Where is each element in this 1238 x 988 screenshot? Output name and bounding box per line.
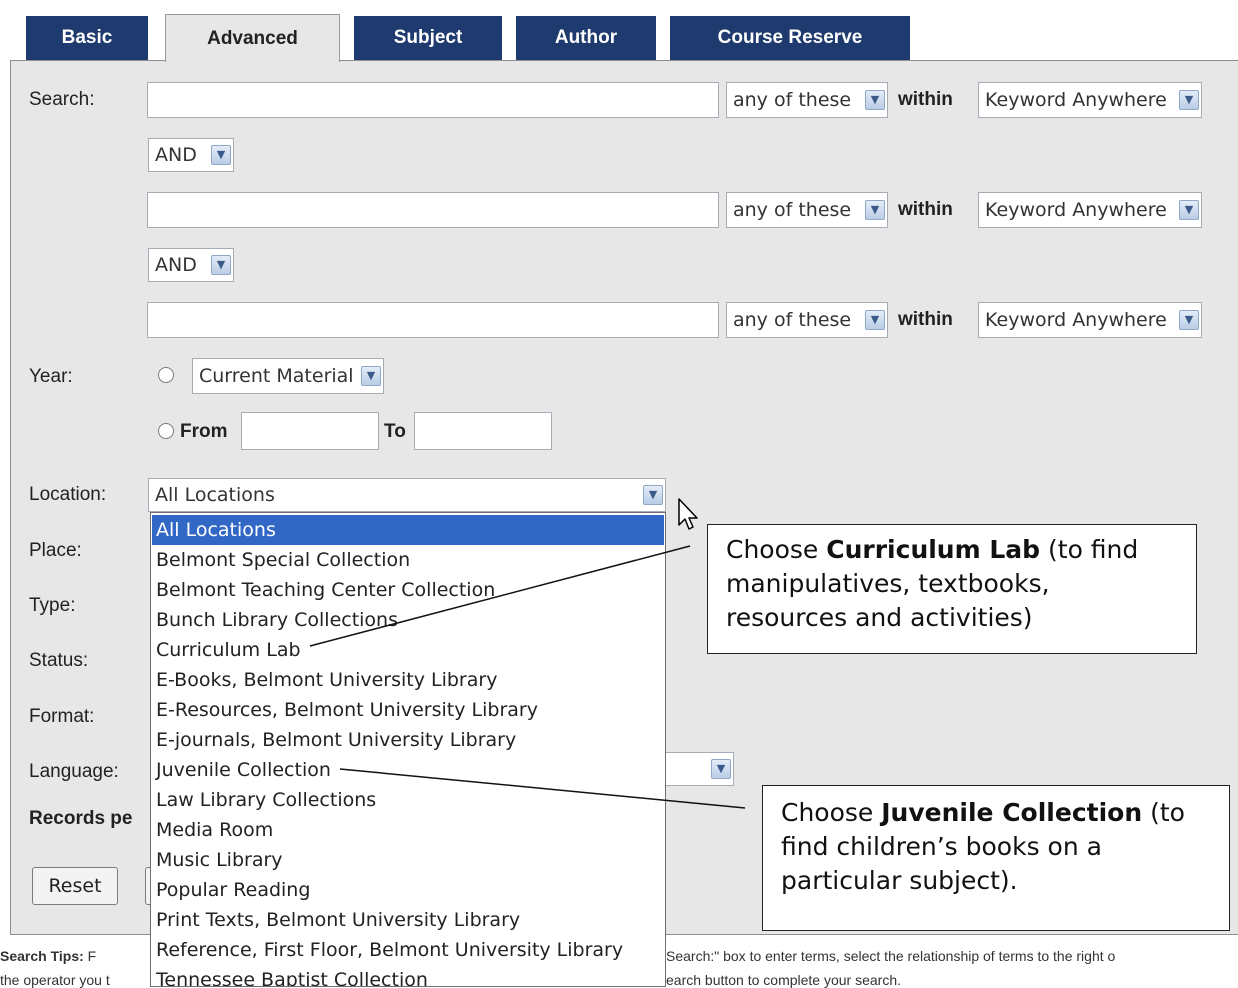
- tab-advanced[interactable]: Advanced: [165, 14, 340, 62]
- tab-course-reserve[interactable]: Course Reserve: [670, 16, 910, 60]
- field-select-1-value: Keyword Anywhere: [985, 89, 1167, 111]
- search-tips-line-1: Search Tips: F: [0, 948, 96, 964]
- location-option[interactable]: Media Room: [152, 815, 664, 845]
- location-option[interactable]: Music Library: [152, 845, 664, 875]
- within-label-1: within: [898, 89, 953, 110]
- match-select-2[interactable]: any of these ▼: [726, 192, 888, 228]
- search-tips-fragment-1: F: [87, 948, 97, 964]
- operator-select-1[interactable]: AND ▼: [148, 138, 234, 172]
- location-option[interactable]: All Locations: [152, 515, 664, 545]
- match-select-3-value: any of these: [733, 309, 852, 331]
- chevron-down-icon: ▼: [1179, 200, 1199, 220]
- location-select[interactable]: All Locations ▼: [148, 478, 666, 512]
- location-option-juvenile-collection[interactable]: Juvenile Collection: [152, 755, 664, 785]
- tab-subject[interactable]: Subject: [354, 16, 502, 60]
- tab-basic[interactable]: Basic: [26, 16, 148, 60]
- location-option[interactable]: Bunch Library Collections: [152, 605, 664, 635]
- match-select-2-value: any of these: [733, 199, 852, 221]
- field-select-2-value: Keyword Anywhere: [985, 199, 1167, 221]
- chevron-down-icon: ▼: [711, 759, 731, 779]
- callout-juvenile-collection: Choose Juvenile Collection (to find chil…: [762, 785, 1230, 931]
- location-option[interactable]: Belmont Special Collection: [152, 545, 664, 575]
- callout-juvenile-pre: Choose: [781, 798, 882, 827]
- search-term-input-2[interactable]: [147, 192, 719, 228]
- year-to-label: To: [384, 421, 406, 442]
- search-tips-line-1-right: Search:" box to enter terms, select the …: [666, 948, 1116, 964]
- search-term-input-3[interactable]: [147, 302, 719, 338]
- chevron-down-icon: ▼: [211, 145, 231, 165]
- callout-curriculum-lab: Choose Curriculum Lab (to find manipulat…: [707, 524, 1197, 654]
- year-to-input[interactable]: [414, 412, 552, 450]
- search-tips-line-2: the operator you t: [0, 972, 110, 988]
- within-label-2: within: [898, 199, 953, 220]
- format-label: Format:: [29, 706, 95, 727]
- year-label: Year:: [29, 366, 73, 387]
- field-select-1[interactable]: Keyword Anywhere ▼: [978, 82, 1202, 118]
- operator-select-2-value: AND: [155, 254, 197, 276]
- chevron-down-icon: ▼: [361, 366, 381, 386]
- location-option[interactable]: Tennessee Baptist Collection: [152, 965, 664, 986]
- location-option-curriculum-lab[interactable]: Curriculum Lab: [152, 635, 664, 665]
- chevron-down-icon: ▼: [865, 200, 885, 220]
- language-label: Language:: [29, 761, 119, 782]
- year-current-radio[interactable]: [158, 367, 174, 383]
- search-tips-line-2-right: earch button to complete your search.: [666, 972, 902, 988]
- chevron-down-icon: ▼: [865, 90, 885, 110]
- location-option[interactable]: Popular Reading: [152, 875, 664, 905]
- chevron-down-icon: ▼: [865, 310, 885, 330]
- year-preset-value: Current Material: [199, 365, 354, 387]
- location-option[interactable]: E-Books, Belmont University Library: [152, 665, 664, 695]
- chevron-down-icon: ▼: [1179, 90, 1199, 110]
- location-dropdown-list[interactable]: All Locations Belmont Special Collection…: [150, 512, 666, 987]
- chevron-down-icon: ▼: [643, 485, 663, 505]
- operator-select-1-value: AND: [155, 144, 197, 166]
- search-term-input-1[interactable]: [147, 82, 719, 118]
- reset-button[interactable]: Reset: [32, 867, 118, 905]
- search-tips-heading: Search Tips:: [0, 948, 84, 964]
- place-label: Place:: [29, 540, 82, 561]
- search-label: Search:: [29, 89, 95, 110]
- records-per-page-label: Records pe: [29, 808, 133, 829]
- match-select-1-value: any of these: [733, 89, 852, 111]
- location-option[interactable]: Reference, First Floor, Belmont Universi…: [152, 935, 664, 965]
- type-label: Type:: [29, 595, 76, 616]
- callout-curriculum-pre: Choose: [726, 535, 827, 564]
- location-option[interactable]: Print Texts, Belmont University Library: [152, 905, 664, 935]
- location-option[interactable]: E-Resources, Belmont University Library: [152, 695, 664, 725]
- location-select-value: All Locations: [155, 484, 275, 506]
- field-select-3[interactable]: Keyword Anywhere ▼: [978, 302, 1202, 338]
- tab-author[interactable]: Author: [516, 16, 656, 60]
- within-label-3: within: [898, 309, 953, 330]
- location-option[interactable]: Law Library Collections: [152, 785, 664, 815]
- mouse-cursor-icon: [678, 498, 698, 530]
- match-select-3[interactable]: any of these ▼: [726, 302, 888, 338]
- chevron-down-icon: ▼: [1179, 310, 1199, 330]
- status-label: Status:: [29, 650, 89, 671]
- location-option[interactable]: E-journals, Belmont University Library: [152, 725, 664, 755]
- operator-select-2[interactable]: AND ▼: [148, 248, 234, 282]
- year-preset-select[interactable]: Current Material ▼: [192, 358, 384, 394]
- field-select-3-value: Keyword Anywhere: [985, 309, 1167, 331]
- callout-juvenile-bold: Juvenile Collection: [881, 798, 1143, 827]
- location-option[interactable]: Belmont Teaching Center Collection: [152, 575, 664, 605]
- field-select-2[interactable]: Keyword Anywhere ▼: [978, 192, 1202, 228]
- match-select-1[interactable]: any of these ▼: [726, 82, 888, 118]
- callout-curriculum-bold: Curriculum Lab: [826, 535, 1041, 564]
- year-from-input[interactable]: [241, 412, 379, 450]
- location-label: Location:: [29, 484, 107, 505]
- year-from-label: From: [180, 421, 228, 442]
- year-range-radio[interactable]: [158, 423, 174, 439]
- chevron-down-icon: ▼: [211, 255, 231, 275]
